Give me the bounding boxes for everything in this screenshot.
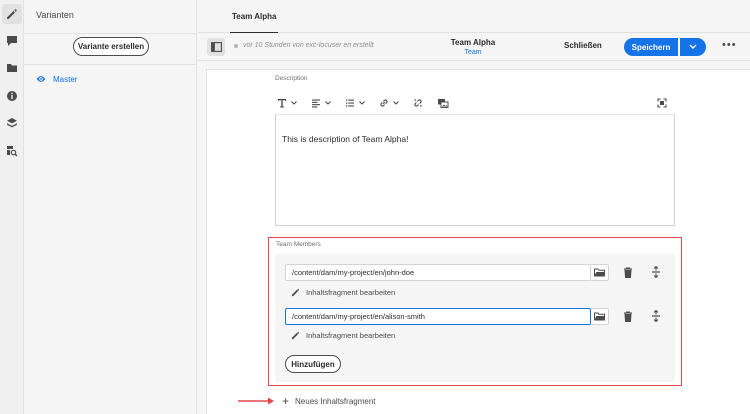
list-dropdown[interactable]	[345, 98, 365, 108]
edit-icon[interactable]	[2, 4, 22, 24]
save-button[interactable]: Speichern	[624, 38, 678, 56]
description-editor[interactable]: This is description of Team Alpha!	[275, 114, 675, 226]
link-icon	[380, 99, 388, 107]
more-actions-button[interactable]: •••	[722, 40, 737, 51]
unlink-icon	[414, 99, 422, 107]
tab-bar: Team Alpha	[198, 0, 750, 34]
variants-panel: Varianten Variante erstellen Master	[24, 0, 197, 414]
close-button[interactable]: Schließen	[564, 41, 602, 50]
new-fragment-label: Neues Inhaltsfragment	[295, 396, 376, 406]
divider	[24, 33, 196, 34]
search-references-icon[interactable]	[2, 141, 22, 161]
text-format-icon	[278, 99, 286, 108]
text-format-dropdown[interactable]	[277, 98, 297, 108]
add-button[interactable]: Hinzufügen	[285, 355, 341, 373]
chevron-down-icon	[291, 101, 297, 105]
chevron-down-icon	[689, 44, 697, 49]
edit-fragment-label: Inhaltsfragment bearbeiten	[306, 288, 396, 297]
fragment-model-link[interactable]: Team	[433, 49, 513, 56]
browse-button[interactable]	[591, 308, 609, 325]
browse-button[interactable]	[591, 264, 609, 281]
layers-icon[interactable]	[2, 113, 22, 133]
status-dot	[234, 43, 238, 48]
folder-open-icon	[594, 268, 605, 277]
link-dropdown[interactable]	[379, 98, 399, 108]
description-text: This is description of Team Alpha!	[282, 134, 409, 144]
comment-icon[interactable]	[2, 31, 22, 51]
team-members-label: Team Members	[276, 241, 321, 248]
reorder-icon[interactable]	[651, 310, 661, 322]
red-arrow-annotation	[238, 397, 274, 405]
new-content-fragment-button[interactable]: + Neues Inhaltsfragment	[282, 394, 376, 408]
insert-image-icon	[438, 99, 449, 108]
save-options-button[interactable]	[680, 38, 706, 56]
left-icon-rail	[0, 0, 24, 414]
eye-icon	[36, 76, 46, 82]
chevron-down-icon	[393, 101, 399, 105]
edit-fragment-link[interactable]: Inhaltsfragment bearbeiten	[291, 288, 395, 297]
divider	[24, 64, 196, 65]
unlink-button[interactable]	[413, 98, 423, 108]
info-icon[interactable]	[2, 86, 22, 106]
variant-item-master[interactable]: Master	[36, 74, 77, 84]
created-text: vor 10 Stunden von exc-locuser en erstel…	[243, 42, 374, 49]
pencil-icon	[291, 331, 300, 340]
description-label: Description	[275, 75, 308, 82]
align-dropdown[interactable]	[311, 98, 331, 108]
trash-icon[interactable]	[623, 267, 633, 278]
plus-icon: +	[282, 394, 290, 408]
app: Varianten Variante erstellen Master Team…	[0, 0, 750, 414]
variant-label: Master	[53, 74, 78, 84]
reorder-icon[interactable]	[651, 266, 661, 278]
fragment-path-input[interactable]	[285, 264, 591, 281]
insert-asset-button[interactable]	[437, 98, 449, 108]
created-info: vor 10 Stunden von exc-locuser en erstel…	[234, 42, 374, 49]
team-members-highlight: Team Members Inhaltsfragment bearbeiten	[268, 237, 682, 386]
bullet-list-icon	[346, 99, 354, 107]
trash-icon[interactable]	[623, 311, 633, 322]
folder-icon[interactable]	[2, 58, 22, 78]
fragment-title: Team Alpha	[450, 38, 496, 47]
editor-canvas: Description This is description of Team …	[206, 69, 750, 414]
variants-title: Varianten	[36, 10, 74, 20]
chevron-down-icon	[359, 101, 365, 105]
pencil-icon	[291, 288, 300, 297]
create-variant-button[interactable]: Variante erstellen	[73, 37, 149, 56]
fullscreen-icon	[657, 98, 667, 108]
tab-team-alpha[interactable]: Team Alpha	[230, 0, 279, 34]
rich-text-toolbar	[277, 94, 675, 112]
chevron-down-icon	[325, 101, 331, 105]
action-bar: vor 10 Stunden von exc-locuser en erstel…	[198, 33, 750, 61]
folder-open-icon	[594, 312, 605, 321]
text-align-icon	[312, 99, 320, 108]
fragment-path-input[interactable]	[285, 308, 591, 325]
edit-fragment-label: Inhaltsfragment bearbeiten	[306, 331, 396, 340]
toggle-side-panel-button[interactable]	[207, 38, 225, 56]
fullscreen-button[interactable]	[657, 98, 667, 108]
team-members-field: Inhaltsfragment bearbeiten Inhaltsfragme…	[275, 254, 675, 382]
side-panel-icon	[210, 42, 222, 52]
edit-fragment-link[interactable]: Inhaltsfragment bearbeiten	[291, 331, 395, 340]
